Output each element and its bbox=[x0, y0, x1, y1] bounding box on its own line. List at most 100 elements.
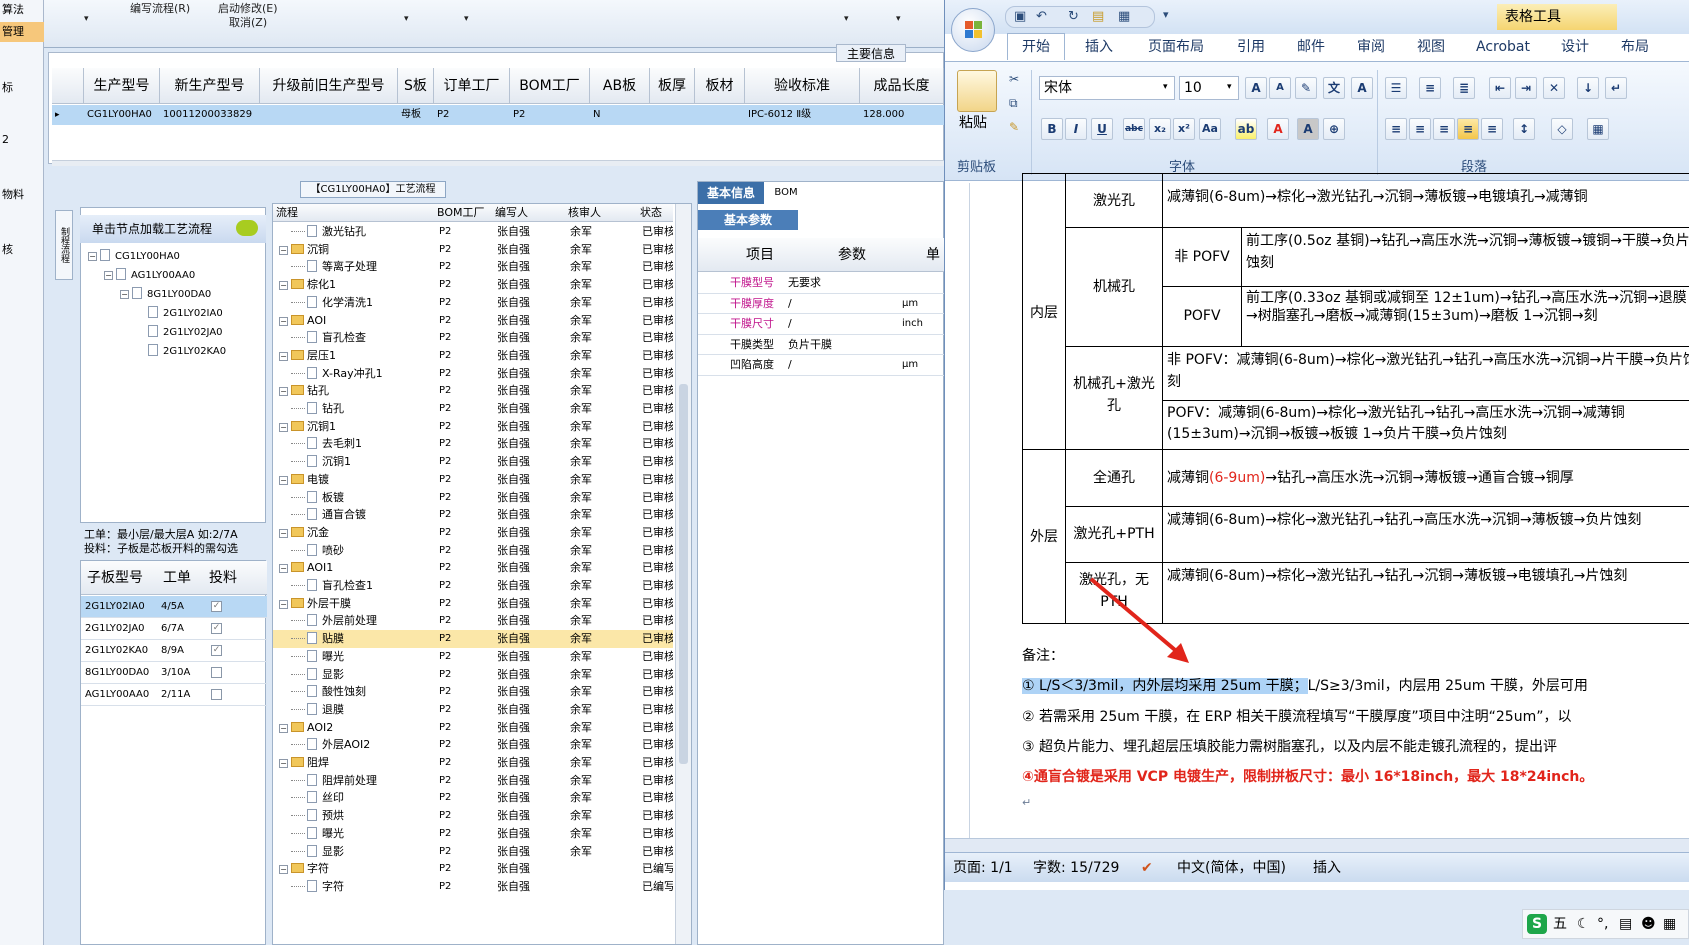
feed-checkbox[interactable]: ✓ bbox=[211, 623, 222, 634]
save-icon[interactable]: ▣ bbox=[1014, 9, 1026, 24]
cell-outer-layer[interactable]: 外层 bbox=[1022, 449, 1066, 624]
flow-row[interactable]: 显影 P2 张自强 余军 已审核 bbox=[273, 843, 673, 861]
customize-toolbar-icon[interactable]: ▾ bbox=[1163, 8, 1169, 21]
flow-row[interactable]: 曝光 P2 张自强 余军 已审核 bbox=[273, 648, 673, 666]
flow-row[interactable]: 丝印 P2 张自强 余军 已审核 bbox=[273, 789, 673, 807]
clear-format-icon[interactable]: ✎ bbox=[1295, 77, 1317, 99]
cell-model[interactable]: CG1LY00HA0 bbox=[84, 105, 160, 125]
cell-pofv[interactable]: POFV bbox=[1162, 286, 1242, 347]
cell-laser-pth[interactable]: 激光孔+PTH bbox=[1065, 506, 1163, 563]
flow-row[interactable]: 显影 P2 张自强 余军 已审核 bbox=[273, 666, 673, 684]
italic-icon[interactable]: I bbox=[1065, 118, 1087, 140]
flow-row[interactable]: − 字符 P2 张自强 已编写 bbox=[273, 860, 673, 878]
tree-leaf[interactable]: 2G1LY02KA0 bbox=[148, 341, 226, 360]
cell-laser-hole[interactable]: 激光孔 bbox=[1065, 173, 1163, 228]
line-spacing-icon[interactable]: ↕ bbox=[1513, 118, 1535, 140]
param-value[interactable]: / bbox=[788, 314, 792, 334]
col-header-feed[interactable]: 投料 bbox=[209, 561, 237, 595]
paste-button[interactable]: 粘贴 bbox=[959, 112, 987, 132]
document-area[interactable]: 内层 激光孔 减薄铜(6-8um)→棕化→激光钻孔→沉铜→薄板镀→电镀填孔→减薄… bbox=[945, 173, 1689, 838]
cell-new-model[interactable]: 10011200033829 bbox=[160, 105, 260, 125]
col-header-new-model[interactable]: 新生产型号 bbox=[160, 68, 260, 104]
cell-mech-laser-text1[interactable]: 非 POFV：减薄铜(6-8um)→棕化→激光钻孔→钻孔→高压水洗→沉铜→片干膜… bbox=[1162, 346, 1689, 401]
phonetic-guide-icon[interactable]: 文 bbox=[1323, 77, 1345, 99]
left-nav-item[interactable]: 算法 bbox=[0, 0, 44, 20]
col-header-s-board[interactable]: S板 bbox=[398, 68, 434, 104]
increase-indent-icon[interactable]: ⇥ bbox=[1515, 77, 1537, 99]
keyboard-icon[interactable]: ▤ bbox=[1619, 910, 1632, 938]
flow-row[interactable]: 酸性蚀刻 P2 张自强 余军 已审核 bbox=[273, 683, 673, 701]
numbering-icon[interactable]: ≡ bbox=[1419, 77, 1441, 99]
cell-mech-laser[interactable]: 机械孔+激光孔 bbox=[1065, 346, 1163, 450]
cell-through-hole[interactable]: 全通孔 bbox=[1065, 449, 1163, 507]
flow-row[interactable]: 字符 P2 张自强 已编写 bbox=[273, 878, 673, 896]
col-header-reviewer[interactable]: 核审人 bbox=[568, 204, 601, 222]
enclose-char-icon[interactable]: ⊕ bbox=[1323, 118, 1345, 140]
sub-board-row[interactable]: 2G1LY02IA0 4/5A ✓ bbox=[81, 596, 267, 618]
chevron-down-icon[interactable]: ▾ bbox=[1163, 82, 1168, 92]
tree-node[interactable]: −8G1LY00DA0 bbox=[120, 284, 211, 303]
cell-through-text[interactable]: 减薄铜(6-9um)→钻孔→高压水洗→沉铜→薄板镀→通盲合镀→铜厚 bbox=[1162, 449, 1689, 507]
flow-row[interactable]: 外层AOI2 P2 张自强 余军 已审核 bbox=[273, 736, 673, 754]
font-name-select[interactable]: 宋体 bbox=[1039, 76, 1175, 100]
horizontal-scrollbar[interactable] bbox=[52, 160, 944, 166]
col-header-bom[interactable]: BOM工厂 bbox=[437, 204, 485, 222]
flow-row[interactable]: 沉铜1 P2 张自强 余军 已审核 bbox=[273, 453, 673, 471]
collapse-icon[interactable]: − bbox=[279, 723, 288, 733]
collapse-icon[interactable]: − bbox=[120, 290, 129, 299]
collapse-icon[interactable]: − bbox=[279, 475, 288, 485]
col-header-writer[interactable]: 编写人 bbox=[495, 204, 528, 222]
flow-row[interactable]: − 沉铜 P2 张自强 余军 已审核 bbox=[273, 241, 673, 259]
ribbon-tab-layout[interactable]: 页面布局 bbox=[1133, 34, 1219, 61]
collapse-icon[interactable]: − bbox=[104, 271, 113, 280]
align-center-icon[interactable]: ≡ bbox=[1409, 118, 1431, 140]
col-header-order-factory[interactable]: 订单工厂 bbox=[434, 68, 510, 104]
flow-row[interactable]: − 钻孔 P2 张自强 余军 已审核 bbox=[273, 382, 673, 400]
cell-non-pofv-text[interactable]: 前工序(0.5oz 基铜)→钻孔→高压水洗→沉铜→薄板镀→镀铜→干膜→负片蚀刻 bbox=[1241, 227, 1689, 287]
grid-icon[interactable]: ▦ bbox=[1663, 910, 1676, 938]
cell-mech-laser-text2[interactable]: POFV：减薄铜(6-8um)→棕化→激光钻孔→钻孔→高压水洗→沉铜→减薄铜(1… bbox=[1162, 400, 1689, 450]
flow-row[interactable]: − 沉铜1 P2 张自强 余军 已审核 bbox=[273, 418, 673, 436]
param-row[interactable]: 干膜厚度 / μm bbox=[698, 294, 944, 314]
cell-old-model[interactable] bbox=[260, 105, 398, 125]
cell-mech-hole[interactable]: 机械孔 bbox=[1065, 227, 1163, 347]
punct-icon[interactable]: °, bbox=[1597, 910, 1608, 938]
flow-row[interactable]: 阻焊前处理 P2 张自强 余军 已审核 bbox=[273, 772, 673, 790]
flow-row[interactable]: − 外层干膜 P2 张自强 余军 已审核 bbox=[273, 595, 673, 613]
highlight-icon[interactable]: ab bbox=[1235, 118, 1257, 140]
dropdown-arrow-icon[interactable]: ▾ bbox=[404, 14, 409, 24]
flow-row[interactable]: − 层压1 P2 张自强 余军 已审核 bbox=[273, 347, 673, 365]
ribbon-tab-home[interactable]: 开始 bbox=[1007, 33, 1065, 60]
collapse-icon[interactable]: − bbox=[279, 865, 288, 875]
col-header-ab-board[interactable]: AB板 bbox=[590, 68, 650, 104]
flow-row[interactable]: X-Ray冲孔1 P2 张自强 余军 已审核 bbox=[273, 365, 673, 383]
cell-laser-text[interactable]: 减薄铜(6-8um)→棕化→激光钻孔→沉铜→薄板镀→电镀填孔→减薄铜 bbox=[1162, 173, 1689, 228]
param-value[interactable]: 无要求 bbox=[788, 273, 821, 293]
flow-row[interactable]: 钻孔 P2 张自强 余军 已审核 bbox=[273, 400, 673, 418]
ribbon-tab-view[interactable]: 视图 bbox=[1403, 34, 1459, 61]
dropdown-arrow-icon[interactable]: ▾ bbox=[84, 14, 89, 24]
chevron-down-icon[interactable]: ▾ bbox=[1227, 82, 1232, 92]
sub-board-row[interactable]: 2G1LY02JA0 6/7A ✓ bbox=[81, 618, 267, 640]
sub-board-row[interactable]: 8G1LY00DA0 3/10A bbox=[81, 662, 267, 684]
param-row[interactable]: 干膜尺寸 / inch bbox=[698, 314, 944, 335]
cell-s-board[interactable]: 母板 bbox=[398, 105, 434, 125]
feed-checkbox[interactable]: ✓ bbox=[211, 645, 222, 656]
moon-icon[interactable]: ☾ bbox=[1577, 910, 1590, 938]
tab-basic-info[interactable]: 基本信息 bbox=[698, 182, 764, 204]
param-row[interactable]: 凹陷高度 / μm bbox=[698, 355, 944, 376]
ribbon-tab-review[interactable]: 审阅 bbox=[1343, 34, 1399, 61]
flow-row[interactable]: 预烘 P2 张自强 余军 已审核 bbox=[273, 807, 673, 825]
flow-row[interactable]: − AOI P2 张自强 余军 已审核 bbox=[273, 312, 673, 330]
grow-font-icon[interactable]: A bbox=[1245, 77, 1267, 99]
subscript-icon[interactable]: x₂ bbox=[1149, 118, 1171, 140]
flow-row[interactable]: 板镀 P2 张自强 余军 已审核 bbox=[273, 489, 673, 507]
horizontal-scrollbar[interactable] bbox=[945, 838, 1689, 852]
scroll-thumb[interactable] bbox=[679, 384, 688, 764]
char-shading-icon[interactable]: A bbox=[1297, 118, 1319, 140]
note-4[interactable]: ④通盲合镀是采用 VCP 电镀生产，限制拼板尺寸：最小 16*18inch，最大… bbox=[1022, 766, 1689, 788]
collapse-icon[interactable]: − bbox=[279, 245, 288, 255]
sogou-icon[interactable]: S bbox=[1527, 914, 1547, 934]
left-nav-item[interactable]: 标 bbox=[0, 78, 44, 98]
flow-row[interactable]: 去毛刺1 P2 张自强 余军 已审核 bbox=[273, 435, 673, 453]
